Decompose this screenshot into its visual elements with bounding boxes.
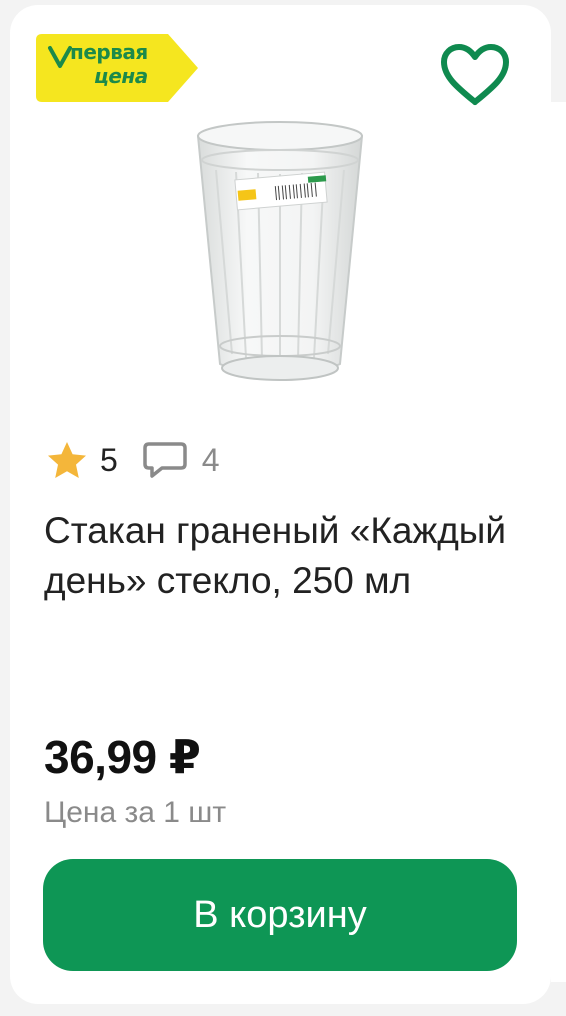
first-price-badge: первая цена [36, 34, 198, 102]
product-image[interactable] [190, 118, 370, 388]
faceted-glass-image [196, 121, 364, 381]
product-title[interactable]: Стакан граненый «Каждый день» стекло, 25… [44, 506, 524, 606]
favorite-button[interactable] [438, 42, 512, 108]
rating-value: 5 [100, 441, 118, 478]
next-card-edge [551, 102, 566, 982]
badge-text-line2: цена [94, 64, 148, 88]
comment-icon [143, 442, 187, 478]
star-icon [48, 442, 86, 478]
price-unit-note: Цена за 1 шт [44, 796, 227, 829]
add-to-cart-button[interactable]: В корзину [43, 859, 517, 971]
badge-text-line1: первая [70, 40, 148, 64]
rating-row: 5 4 [46, 436, 220, 484]
reviews-count: 4 [201, 441, 220, 478]
product-price: 36,99 ₽ [44, 731, 201, 783]
heart-icon [441, 44, 509, 105]
